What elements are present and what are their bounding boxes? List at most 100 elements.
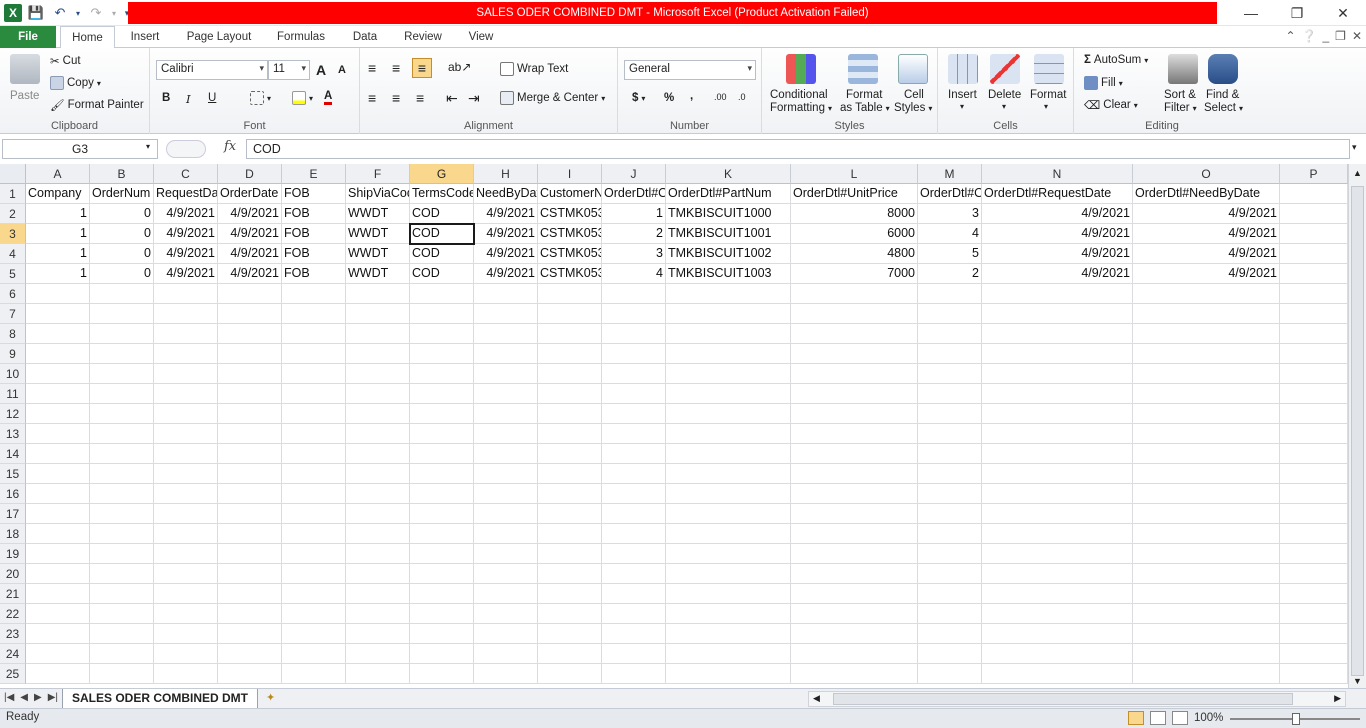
tab-formulas[interactable]: Formulas bbox=[270, 26, 332, 48]
comma-button[interactable]: , bbox=[690, 90, 693, 102]
cell-j14[interactable] bbox=[602, 444, 666, 464]
align-left-icon[interactable]: ≡ bbox=[368, 90, 376, 106]
cell-k17[interactable] bbox=[666, 504, 791, 524]
cell-c21[interactable] bbox=[154, 584, 218, 604]
cell-n24[interactable] bbox=[982, 644, 1133, 664]
cell-i17[interactable] bbox=[538, 504, 602, 524]
cell-f11[interactable] bbox=[346, 384, 410, 404]
row-header-20[interactable]: 20 bbox=[0, 564, 26, 584]
cell-l19[interactable] bbox=[791, 544, 918, 564]
cell-p15[interactable] bbox=[1280, 464, 1348, 484]
cell-p24[interactable] bbox=[1280, 644, 1348, 664]
cell-o24[interactable] bbox=[1133, 644, 1280, 664]
cell-j21[interactable] bbox=[602, 584, 666, 604]
cell-i19[interactable] bbox=[538, 544, 602, 564]
cell-c5[interactable]: 4/9/2021 bbox=[154, 264, 218, 284]
cell-e10[interactable] bbox=[282, 364, 346, 384]
cell-b15[interactable] bbox=[90, 464, 154, 484]
cell-f20[interactable] bbox=[346, 564, 410, 584]
cell-g19[interactable] bbox=[410, 544, 474, 564]
cell-o25[interactable] bbox=[1133, 664, 1280, 684]
tab-view[interactable]: View bbox=[460, 26, 502, 48]
cell-a7[interactable] bbox=[26, 304, 90, 324]
cell-o19[interactable] bbox=[1133, 544, 1280, 564]
cell-g17[interactable] bbox=[410, 504, 474, 524]
autosum-button[interactable]: Σ AutoSum ▾ bbox=[1084, 54, 1148, 66]
redo-icon[interactable]: ↷ bbox=[86, 3, 106, 23]
name-box-dropdown-icon[interactable]: ▾ bbox=[146, 142, 150, 151]
increase-indent-icon[interactable]: ⇥ bbox=[468, 90, 480, 107]
cell-a21[interactable] bbox=[26, 584, 90, 604]
cell-k10[interactable] bbox=[666, 364, 791, 384]
cell-m10[interactable] bbox=[918, 364, 982, 384]
cell-l13[interactable] bbox=[791, 424, 918, 444]
cell-b12[interactable] bbox=[90, 404, 154, 424]
cell-p7[interactable] bbox=[1280, 304, 1348, 324]
expand-formula-bar-icon[interactable]: ▾ bbox=[1352, 142, 1357, 153]
cell-b11[interactable] bbox=[90, 384, 154, 404]
cell-o9[interactable] bbox=[1133, 344, 1280, 364]
cell-g8[interactable] bbox=[410, 324, 474, 344]
workbook-restore-icon[interactable]: ❐ bbox=[1335, 29, 1346, 43]
row-header-10[interactable]: 10 bbox=[0, 364, 26, 384]
cell-g15[interactable] bbox=[410, 464, 474, 484]
cell-n13[interactable] bbox=[982, 424, 1133, 444]
cell-e14[interactable] bbox=[282, 444, 346, 464]
cell-i2[interactable]: CSTMK053 bbox=[538, 204, 602, 224]
cell-b17[interactable] bbox=[90, 504, 154, 524]
cell-d20[interactable] bbox=[218, 564, 282, 584]
cell-k1[interactable]: OrderDtl#PartNum bbox=[666, 184, 791, 204]
cell-e7[interactable] bbox=[282, 304, 346, 324]
cell-b10[interactable] bbox=[90, 364, 154, 384]
cell-m24[interactable] bbox=[918, 644, 982, 664]
cell-c19[interactable] bbox=[154, 544, 218, 564]
cell-c8[interactable] bbox=[154, 324, 218, 344]
row-header-8[interactable]: 8 bbox=[0, 324, 26, 344]
cell-c9[interactable] bbox=[154, 344, 218, 364]
cell-g7[interactable] bbox=[410, 304, 474, 324]
cell-g10[interactable] bbox=[410, 364, 474, 384]
cell-g22[interactable] bbox=[410, 604, 474, 624]
cell-n15[interactable] bbox=[982, 464, 1133, 484]
cell-m6[interactable] bbox=[918, 284, 982, 304]
cell-e4[interactable]: FOB bbox=[282, 244, 346, 264]
cell-g4[interactable]: COD bbox=[410, 244, 474, 264]
cell-n3[interactable]: 4/9/2021 bbox=[982, 224, 1133, 244]
cell-h7[interactable] bbox=[474, 304, 538, 324]
cell-f22[interactable] bbox=[346, 604, 410, 624]
column-header-p[interactable]: P bbox=[1280, 164, 1348, 184]
cell-h24[interactable] bbox=[474, 644, 538, 664]
cell-j24[interactable] bbox=[602, 644, 666, 664]
cell-h13[interactable] bbox=[474, 424, 538, 444]
cell-l11[interactable] bbox=[791, 384, 918, 404]
cell-j5[interactable]: 4 bbox=[602, 264, 666, 284]
cell-n17[interactable] bbox=[982, 504, 1133, 524]
cell-f3[interactable]: WWDT bbox=[346, 224, 410, 244]
cell-i25[interactable] bbox=[538, 664, 602, 684]
cell-p10[interactable] bbox=[1280, 364, 1348, 384]
cell-b13[interactable] bbox=[90, 424, 154, 444]
cell-e20[interactable] bbox=[282, 564, 346, 584]
cell-c12[interactable] bbox=[154, 404, 218, 424]
find-select-button[interactable]: Find & bbox=[1206, 89, 1239, 101]
align-right-icon[interactable]: ≡ bbox=[416, 90, 424, 106]
cell-b7[interactable] bbox=[90, 304, 154, 324]
cell-l6[interactable] bbox=[791, 284, 918, 304]
cell-m4[interactable]: 5 bbox=[918, 244, 982, 264]
currency-button[interactable]: $ ▾ bbox=[632, 92, 645, 104]
workbook-close-icon[interactable]: ✕ bbox=[1352, 29, 1362, 43]
format-painter-button[interactable]: 🖌 Format Painter bbox=[50, 98, 144, 112]
number-format-combo[interactable]: General ▾ bbox=[624, 60, 756, 80]
insert-dropdown-icon[interactable]: ▾ bbox=[960, 102, 964, 111]
cell-i11[interactable] bbox=[538, 384, 602, 404]
cell-i1[interactable]: CustomerNum bbox=[538, 184, 602, 204]
cell-b14[interactable] bbox=[90, 444, 154, 464]
sheet-tab[interactable]: SALES ODER COMBINED DMT bbox=[62, 689, 258, 709]
cell-n4[interactable]: 4/9/2021 bbox=[982, 244, 1133, 264]
cell-m5[interactable]: 2 bbox=[918, 264, 982, 284]
cell-k13[interactable] bbox=[666, 424, 791, 444]
cell-o14[interactable] bbox=[1133, 444, 1280, 464]
cell-a15[interactable] bbox=[26, 464, 90, 484]
row-header-16[interactable]: 16 bbox=[0, 484, 26, 504]
cell-e22[interactable] bbox=[282, 604, 346, 624]
